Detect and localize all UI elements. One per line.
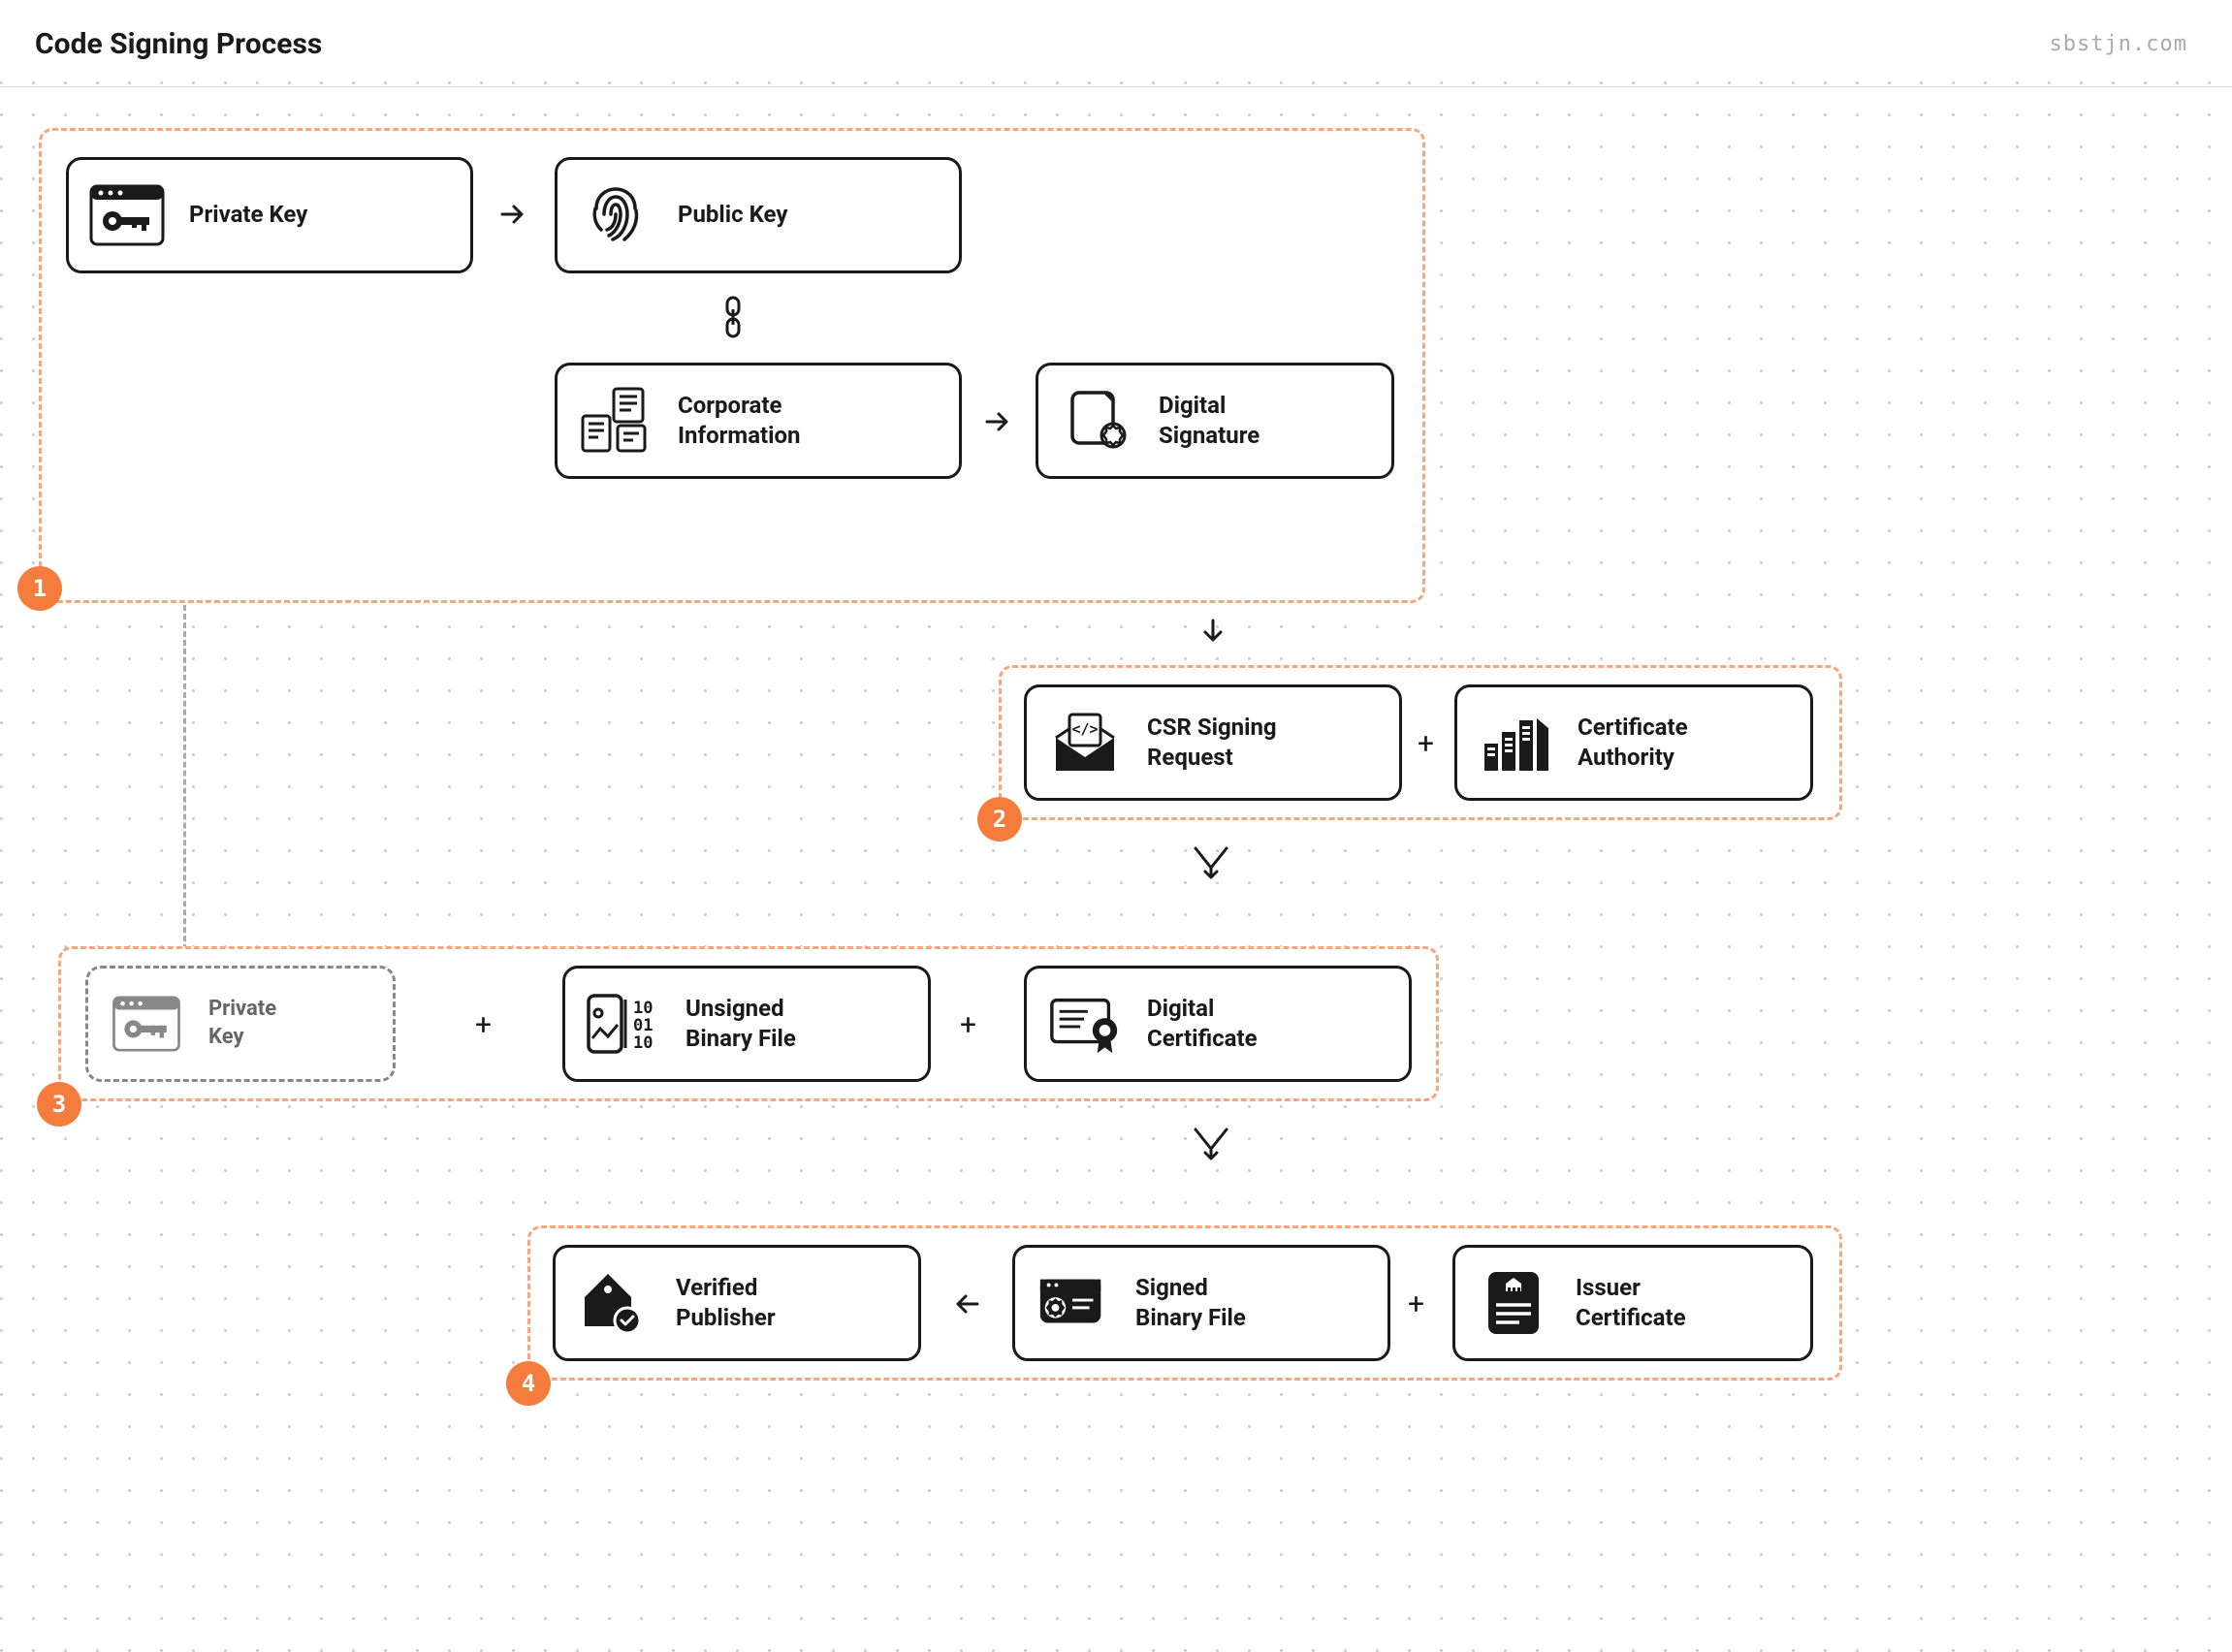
key-icon xyxy=(88,176,166,254)
page-title: Code Signing Process xyxy=(35,27,322,61)
node-label: Private Key xyxy=(189,200,307,230)
node-label: VerifiedPublisher xyxy=(676,1273,776,1333)
diagram-canvas: 1 Private Key Public Key CorporateInform… xyxy=(0,81,2232,1652)
svg-text:01: 01 xyxy=(633,1016,653,1035)
arrow-down-icon xyxy=(1198,613,1228,651)
svg-text:</>: </> xyxy=(1071,720,1098,738)
node-corporate-info: CorporateInformation xyxy=(555,363,962,479)
node-label: CertificateAuthority xyxy=(1578,713,1688,773)
signed-card-icon xyxy=(1035,1264,1112,1342)
node-label: DigitalSignature xyxy=(1159,391,1259,451)
badge-3: 3 xyxy=(37,1082,81,1127)
verified-tag-icon xyxy=(575,1264,653,1342)
plus-symbol: + xyxy=(475,1008,492,1042)
node-private-key: Private Key xyxy=(66,157,473,273)
plus-symbol: + xyxy=(960,1008,976,1042)
node-certificate-authority: CertificateAuthority xyxy=(1454,684,1813,801)
building-docs-icon xyxy=(577,382,654,460)
authority-building-icon xyxy=(1477,704,1554,781)
badge-2: 2 xyxy=(977,797,1022,842)
node-label: CorporateInformation xyxy=(678,391,801,451)
node-digital-signature: DigitalSignature xyxy=(1036,363,1394,479)
badge-1: 1 xyxy=(17,566,62,611)
svg-text:10: 10 xyxy=(633,999,653,1018)
node-label: IssuerCertificate xyxy=(1576,1273,1686,1333)
node-public-key: Public Key xyxy=(555,157,962,273)
node-unsigned-binary: 100110 UnsignedBinary File xyxy=(562,966,931,1082)
link-icon xyxy=(714,293,752,341)
watermark: sbstjn.com xyxy=(2050,32,2187,56)
node-digital-certificate: DigitalCertificate xyxy=(1024,966,1412,1082)
node-label: SignedBinary File xyxy=(1135,1273,1246,1333)
node-label: DigitalCertificate xyxy=(1147,994,1258,1054)
arrow-right-icon xyxy=(979,407,1018,436)
arrow-right-icon xyxy=(494,200,533,229)
header: Code Signing Process sbstjn.com xyxy=(0,0,2232,87)
node-csr: </> CSR SigningRequest xyxy=(1024,684,1402,801)
plus-symbol: + xyxy=(1408,1287,1424,1321)
node-signed-binary: SignedBinary File xyxy=(1012,1245,1390,1361)
plus-symbol: + xyxy=(1418,727,1434,761)
badge-4: 4 xyxy=(506,1361,551,1406)
certificate-icon xyxy=(1046,985,1124,1063)
envelope-code-icon: </> xyxy=(1046,704,1124,781)
issuer-doc-icon xyxy=(1475,1264,1552,1342)
node-issuer-certificate: IssuerCertificate xyxy=(1452,1245,1813,1361)
node-label: Public Key xyxy=(678,200,787,230)
node-label: PrivateKey xyxy=(208,996,276,1051)
fingerprint-icon xyxy=(577,176,654,254)
node-verified-publisher: VerifiedPublisher xyxy=(553,1245,921,1361)
signature-doc-icon xyxy=(1058,382,1135,460)
node-label: CSR SigningRequest xyxy=(1147,713,1277,773)
svg-text:10: 10 xyxy=(633,1033,653,1053)
arrow-left-icon xyxy=(946,1289,985,1318)
node-private-key-ghost: PrivateKey xyxy=(85,966,396,1082)
merge-arrow-down-icon xyxy=(1187,838,1235,886)
merge-arrow-down-icon xyxy=(1187,1119,1235,1167)
node-label: UnsignedBinary File xyxy=(686,994,796,1054)
binary-file-icon: 100110 xyxy=(585,985,662,1063)
key-icon xyxy=(108,985,185,1063)
